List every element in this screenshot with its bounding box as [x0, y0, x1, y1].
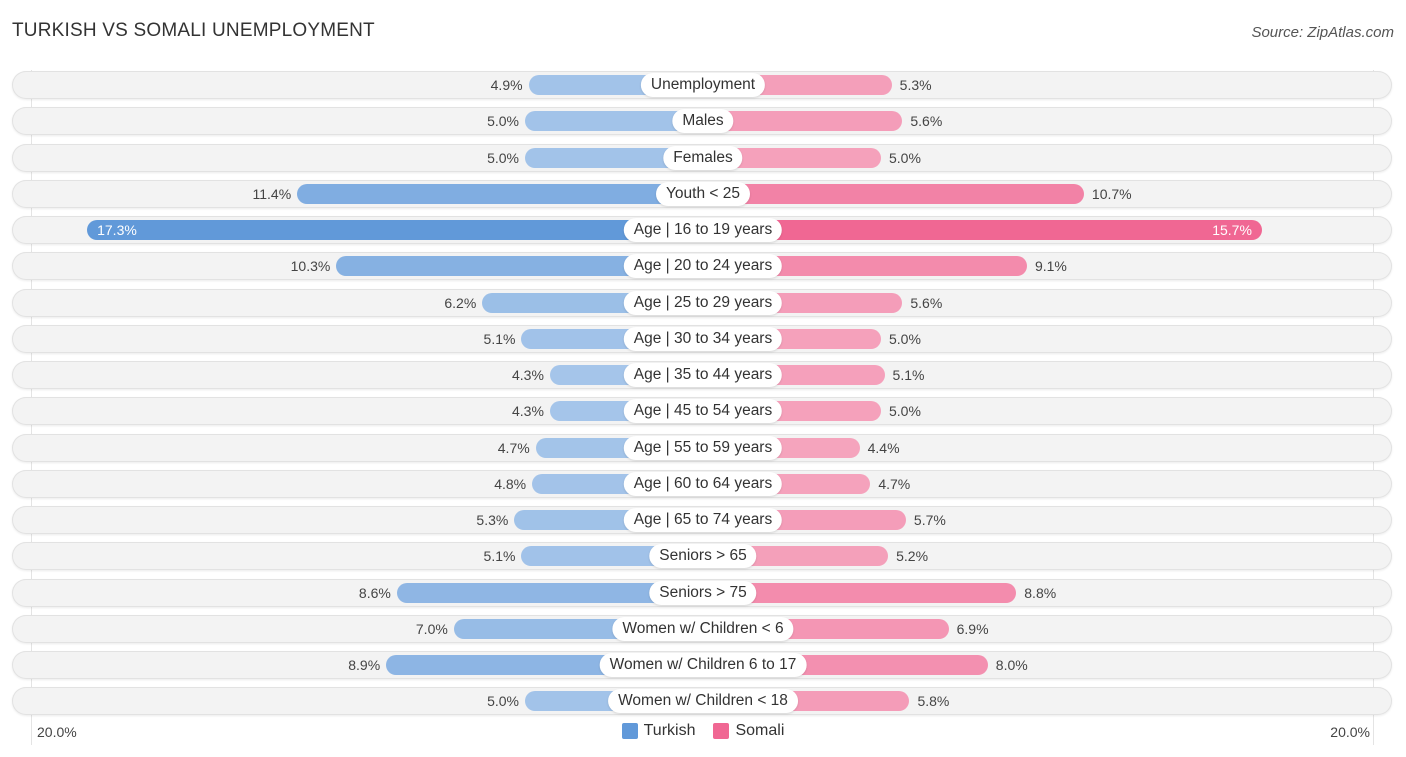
legend-item-turkish[interactable]: Turkish — [621, 722, 696, 740]
value-label-somali: 5.7% — [913, 512, 946, 528]
value-label-somali: 9.1% — [1034, 258, 1067, 275]
value-label-turkish: 17.3% — [97, 222, 137, 238]
value-label-turkish: 6.2% — [444, 294, 477, 311]
value-label-turkish: 7.0% — [415, 620, 448, 637]
category-label: Seniors > 65 — [649, 544, 757, 569]
legend-swatch-turkish — [621, 723, 638, 739]
value-label-turkish: 5.0% — [487, 693, 519, 710]
category-label: Seniors > 75 — [649, 580, 757, 605]
value-label-turkish: 4.7% — [497, 439, 530, 456]
value-label-somali: 5.0% — [889, 330, 921, 347]
category-label: Age | 60 to 64 years — [623, 471, 783, 496]
legend-label-somali: Somali — [735, 722, 785, 739]
value-label-turkish: 5.1% — [483, 330, 516, 347]
category-label: Age | 16 to 19 years — [623, 218, 783, 242]
value-label-turkish: 4.3% — [512, 367, 544, 383]
legend-item-somali[interactable]: Somali — [713, 722, 784, 740]
category-label: Age | 65 to 74 years — [623, 508, 783, 532]
value-label-turkish: 11.4% — [252, 185, 292, 202]
value-label-somali: 8.0% — [995, 657, 1028, 673]
category-label: Women w/ Children < 18 — [608, 689, 798, 714]
category-label: Age | 30 to 34 years — [623, 326, 783, 351]
legend-label-turkish: Turkish — [643, 722, 696, 739]
value-label-turkish: 4.3% — [512, 403, 544, 420]
category-label: Unemployment — [640, 73, 766, 97]
value-label-somali: 5.3% — [899, 77, 932, 93]
value-label-turkish: 4.9% — [490, 77, 523, 93]
legend-swatch-somali — [713, 723, 730, 739]
category-label: Age | 55 to 59 years — [623, 435, 783, 460]
value-label-somali: 4.4% — [867, 439, 900, 456]
value-label-somali: 5.0% — [889, 403, 921, 420]
category-label: Age | 35 to 44 years — [623, 363, 783, 387]
value-label-turkish: 10.3% — [290, 258, 331, 275]
value-label-turkish: 5.0% — [487, 113, 519, 130]
value-label-somali: 8.8% — [1024, 584, 1057, 601]
value-label-turkish: 5.1% — [483, 548, 516, 565]
bar-somali[interactable] — [693, 183, 1084, 204]
category-label: Age | 20 to 24 years — [623, 254, 783, 279]
value-label-turkish: 4.8% — [494, 475, 527, 492]
category-label: Age | 45 to 54 years — [623, 399, 783, 424]
bar-turkish[interactable] — [297, 183, 713, 204]
value-label-somali: 5.6% — [910, 294, 943, 311]
category-label: Males — [672, 109, 734, 134]
category-label: Age | 25 to 29 years — [623, 290, 783, 315]
value-label-somali: 5.6% — [910, 113, 943, 130]
value-label-somali: 15.7% — [1212, 222, 1252, 238]
value-label-somali: 4.7% — [878, 475, 911, 492]
value-label-somali: 6.9% — [956, 620, 989, 637]
legend: Turkish Somali — [0, 722, 1406, 740]
value-label-turkish: 8.6% — [358, 584, 391, 601]
value-label-turkish: 5.3% — [476, 512, 509, 528]
category-label: Youth < 25 — [656, 181, 750, 206]
value-label-somali: 5.1% — [892, 367, 925, 383]
chart-area: Unemployment 4.9% 5.3% Males 5.0% 5.6% Females… — [0, 0, 1406, 757]
category-label: Females — [663, 145, 743, 170]
value-label-somali: 5.8% — [917, 693, 950, 710]
value-label-turkish: 8.9% — [348, 657, 381, 673]
value-label-somali: 5.2% — [896, 548, 929, 565]
bar-turkish[interactable] — [87, 220, 713, 240]
category-label: Women w/ Children 6 to 17 — [599, 653, 807, 677]
value-label-turkish: 5.0% — [487, 149, 519, 166]
value-label-somali: 10.7% — [1091, 185, 1132, 202]
value-label-somali: 5.0% — [889, 149, 921, 166]
category-label: Women w/ Children < 6 — [612, 616, 794, 641]
